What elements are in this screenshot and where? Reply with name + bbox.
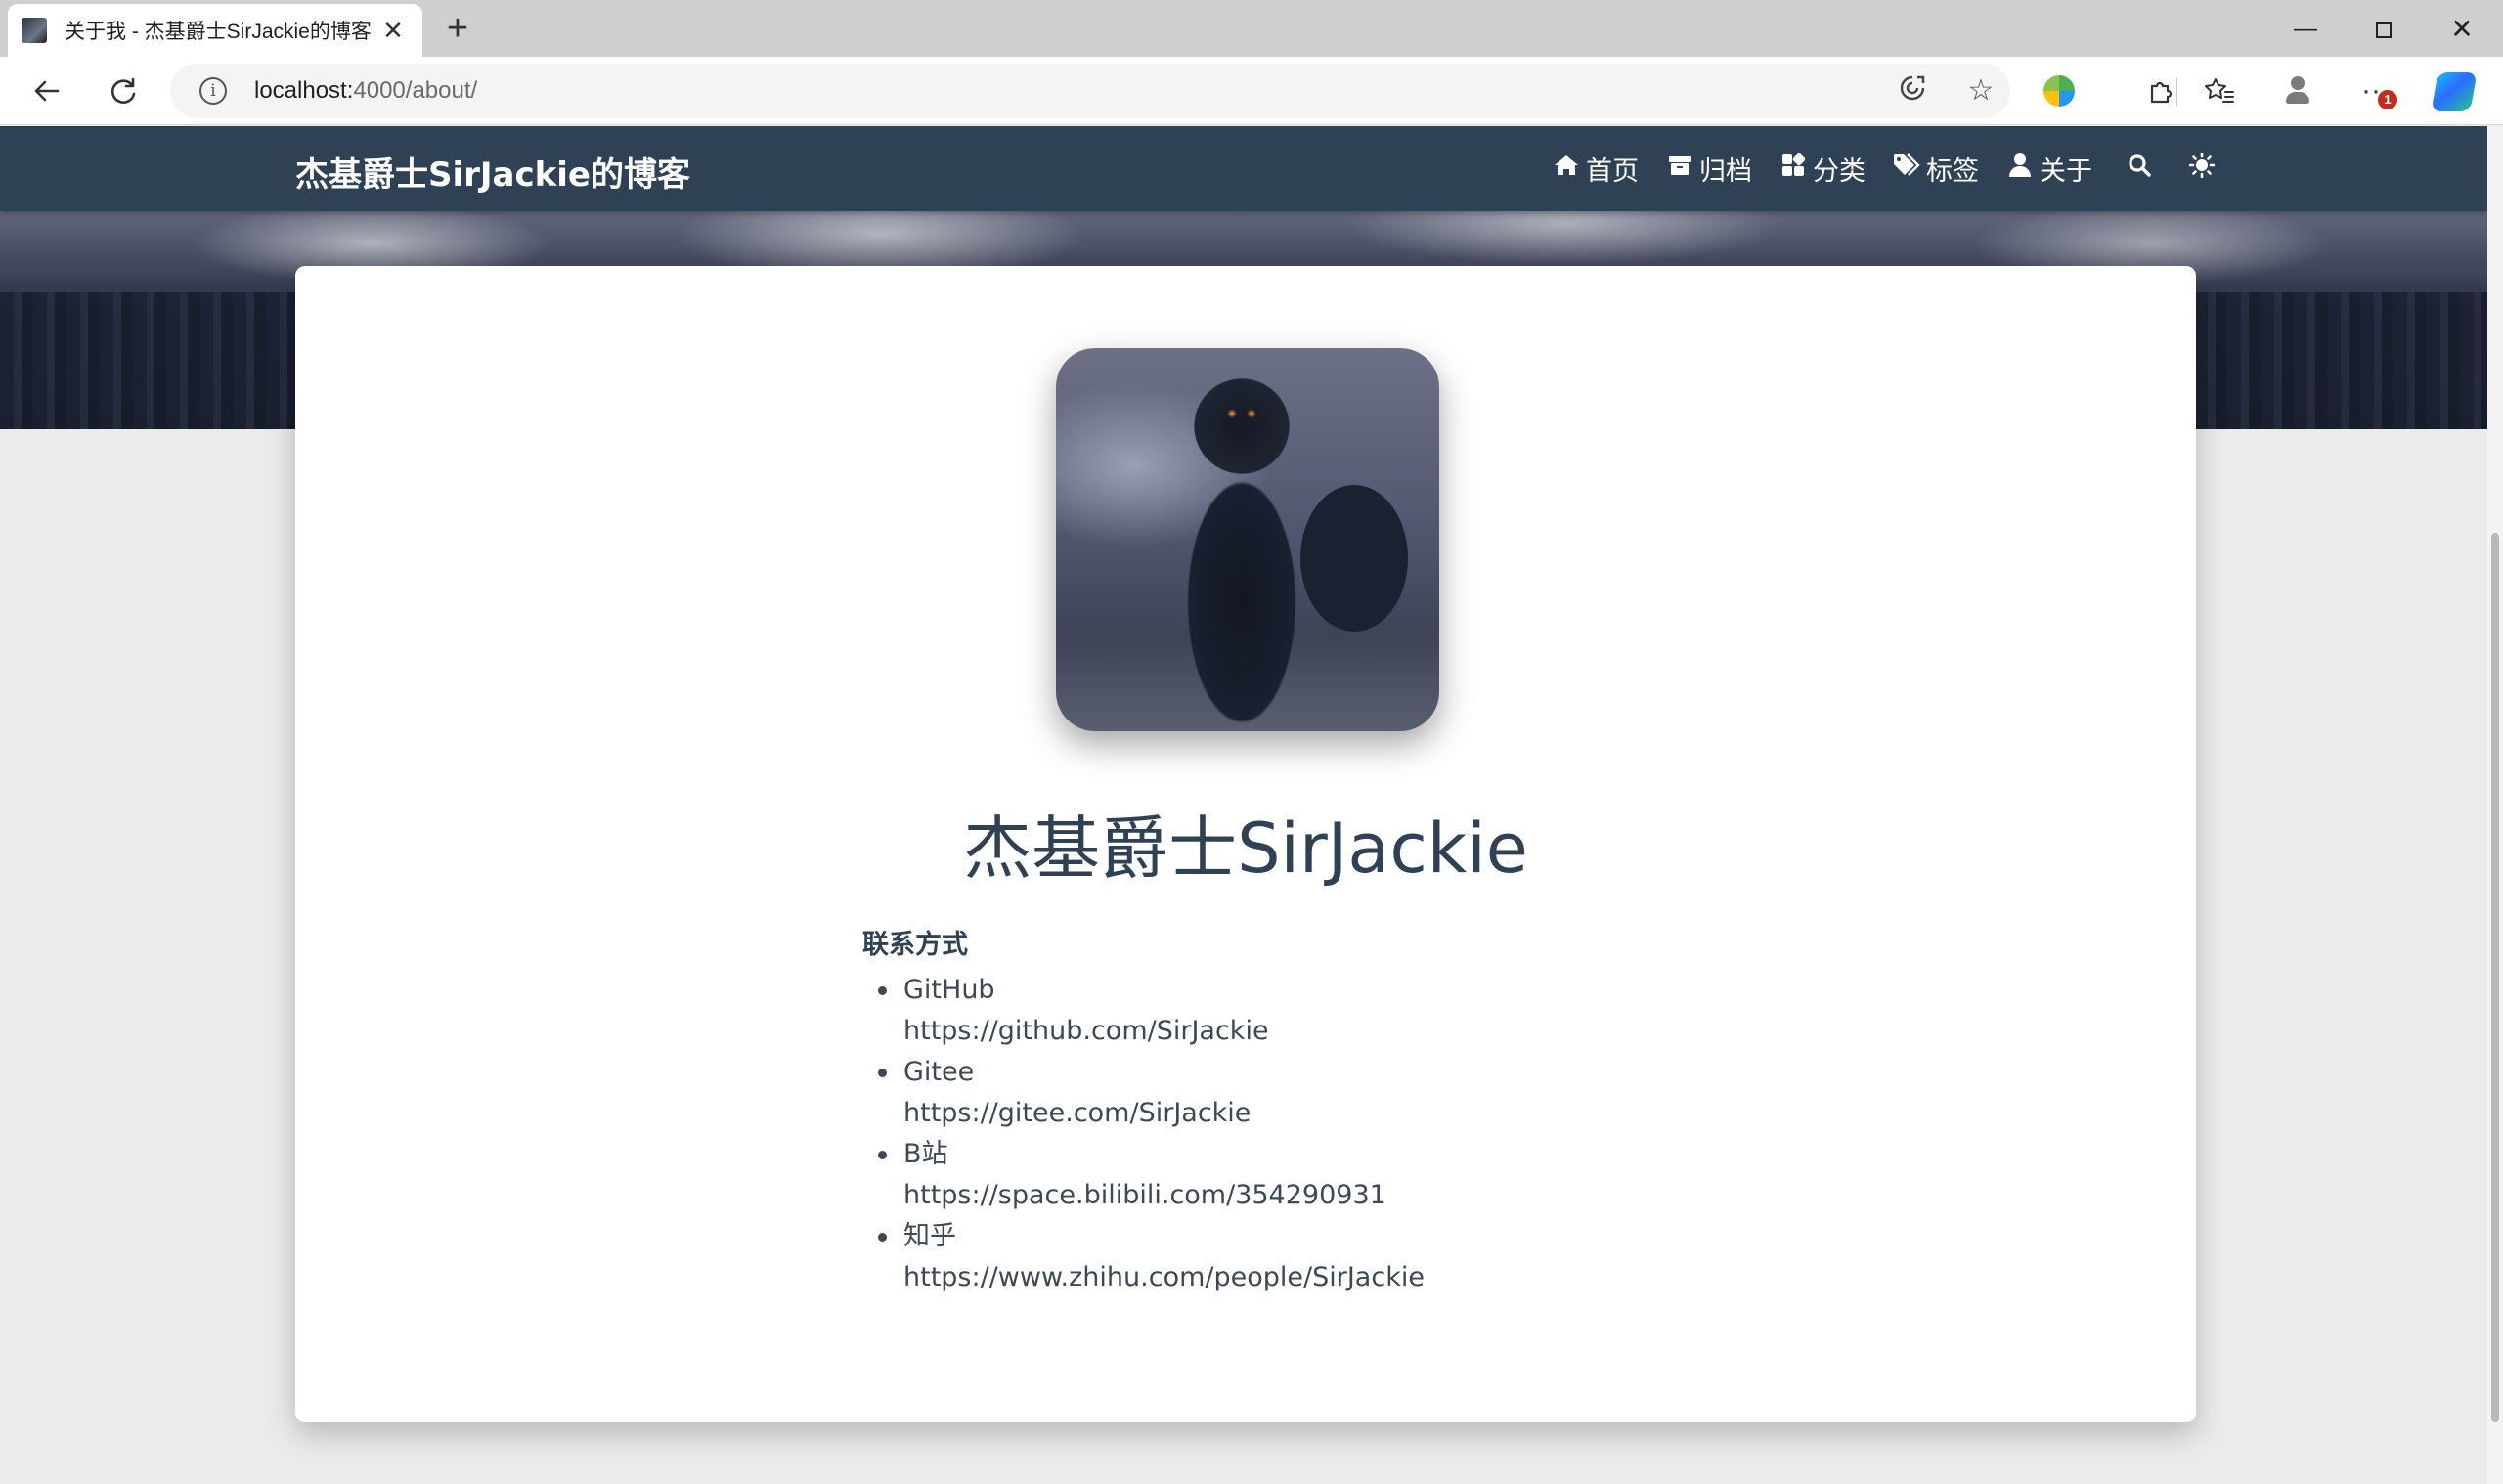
nav-about-label: 关于 [2040,156,2092,187]
nav-home[interactable]: 首页 [1553,150,1639,188]
contact-link[interactable]: https://space.bilibili.com/354290931 [903,1175,1425,1216]
toolbar-divider [2176,78,2177,106]
address-bar[interactable]: i localhost:4000/about/ ☆ [170,64,2010,118]
window-close-button[interactable]: ✕ [2442,12,2481,47]
nav-categories-label: 分类 [1813,156,1866,187]
nav-search[interactable] [2126,153,2159,184]
favorite-star-icon[interactable]: ☆ [1961,73,2000,109]
nav-menu: 首页 归档 分类 标签 关于 [1525,150,2221,188]
contact-name: Gitee [903,1057,975,1087]
site-navbar: 杰基爵士SirJackie的博客 首页 归档 分类 标签 关于 [0,126,2487,211]
nav-about[interactable]: 关于 [2006,150,2092,188]
tab-close-icon[interactable]: ✕ [377,16,409,46]
minimize-button[interactable]: — [2286,12,2325,47]
copilot-icon[interactable] [2431,72,2478,111]
nav-tags-label: 标签 [1926,156,1979,187]
tab-title: 关于我 - 杰基爵士SirJackie的博客 [65,21,372,43]
category-icon [1779,153,1807,184]
author-avatar [1056,348,1439,731]
list-item: Gitee https://gitee.com/SirJackie [878,1052,1425,1134]
url-text[interactable]: localhost:4000/about/ [254,77,477,105]
page-viewport: 杰基爵士SirJackie的博客 首页 归档 分类 标签 关于 杰基爵士SirJ… [0,126,2487,1484]
nav-tags[interactable]: 标签 [1893,150,1979,188]
favorites-icon[interactable] [2198,71,2241,110]
contact-list: GitHub https://github.com/SirJackie Gite… [878,970,1425,1298]
profile-avatar[interactable] [2284,76,2311,106]
nav-archive-label: 归档 [1699,156,1752,187]
browser-toolbar: i localhost:4000/about/ ☆ ··· [0,57,2503,125]
archive-icon [1666,153,1693,184]
nav-archive[interactable]: 归档 [1666,150,1752,188]
site-info-icon[interactable]: i [199,77,227,105]
contact-link[interactable]: https://github.com/SirJackie [903,1011,1425,1052]
refresh-icon[interactable] [102,71,145,110]
scrollbar-thumb[interactable] [2491,533,2499,1422]
extension-globe-icon[interactable] [2043,75,2075,107]
site-brand[interactable]: 杰基爵士SirJackie的博客 [295,148,690,196]
contact-name: GitHub [903,975,995,1005]
user-icon [2006,153,2034,185]
restore-button[interactable] [2364,12,2403,47]
list-item: 知乎 https://www.zhihu.com/people/SirJacki… [878,1216,1425,1298]
new-tab-button[interactable]: + [438,10,477,47]
back-icon[interactable] [25,71,68,110]
reader-mode-icon[interactable] [1893,73,1932,109]
notification-badge: 1 [2378,90,2397,109]
contact-name: 知乎 [903,1221,956,1251]
contact-link[interactable]: https://www.zhihu.com/people/SirJackie [903,1257,1425,1298]
browser-tab[interactable]: 关于我 - 杰基爵士SirJackie的博客 ✕ [8,4,422,57]
list-item: B站 https://space.bilibili.com/354290931 [878,1134,1425,1216]
tab-strip: 关于我 - 杰基爵士SirJackie的博客 ✕ + — ✕ [0,0,2503,57]
list-item: GitHub https://github.com/SirJackie [878,970,1425,1052]
home-icon [1553,153,1580,184]
avatar-visor [1222,407,1261,420]
nav-home-label: 首页 [1586,156,1639,187]
contact-link[interactable]: https://gitee.com/SirJackie [903,1093,1425,1134]
search-icon [2126,153,2153,184]
favicon-icon [22,18,47,43]
nav-categories[interactable]: 分类 [1779,150,1866,188]
contact-name: B站 [903,1139,948,1169]
author-name: 杰基爵士SirJackie [963,808,1528,889]
nav-theme-toggle[interactable] [2188,152,2221,185]
about-card: 杰基爵士SirJackie 联系方式 GitHub https://github… [295,266,2196,1422]
tag-icon [1893,153,1920,184]
avatar-shield [1300,485,1408,632]
sun-icon [2188,152,2216,185]
contact-heading: 联系方式 [862,930,968,960]
